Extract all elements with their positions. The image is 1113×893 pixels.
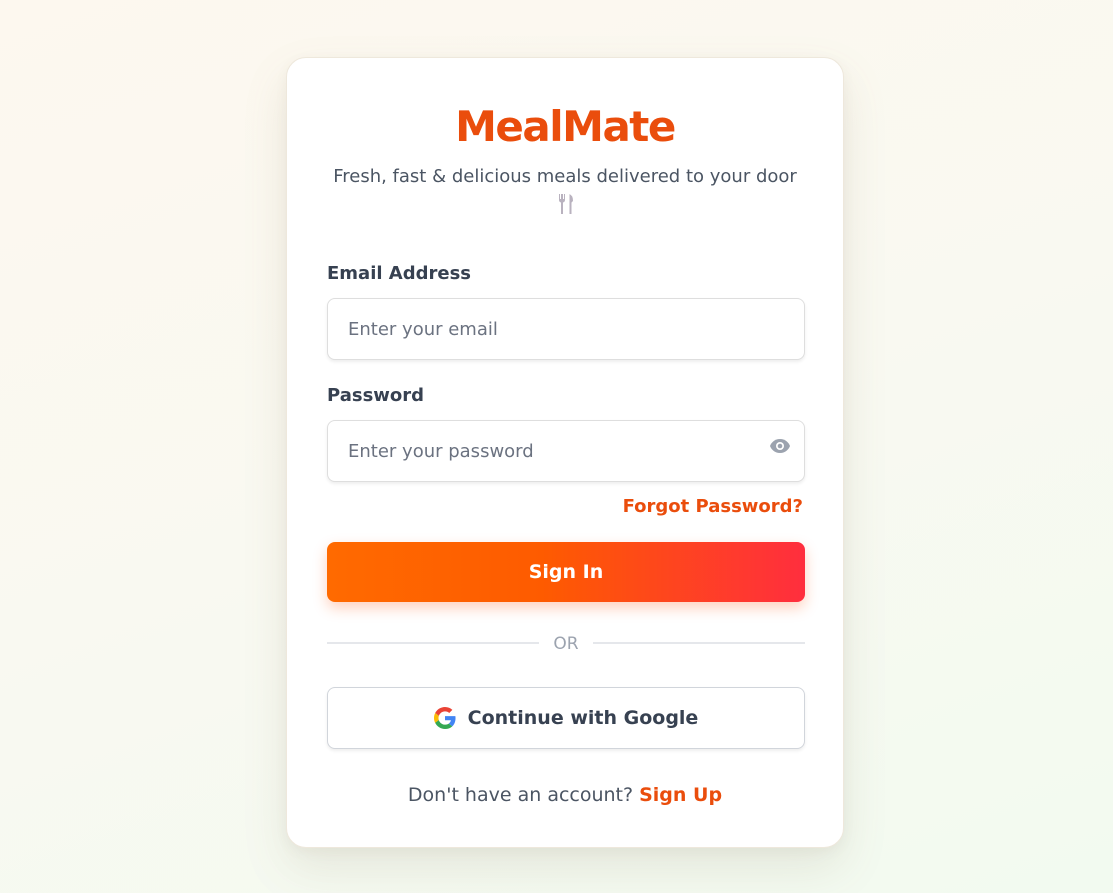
divider-line-right <box>593 642 805 644</box>
signup-prompt-text: Don't have an account? <box>407 784 634 806</box>
email-label: Email Address <box>327 263 472 284</box>
fork-knife-icon <box>559 194 573 214</box>
brand-logo: MealMate <box>455 102 676 151</box>
eye-icon[interactable] <box>769 438 791 454</box>
email-field[interactable] <box>327 298 805 360</box>
password-field[interactable] <box>327 420 805 482</box>
password-label: Password <box>327 385 425 406</box>
google-button-label: Continue with Google <box>467 707 699 729</box>
sign-in-button[interactable]: Sign In <box>327 542 805 602</box>
login-card: MealMate Fresh, fast & delicious meals d… <box>286 57 844 848</box>
divider-or: OR <box>553 634 579 654</box>
signup-prompt: Don't have an account? Sign Up <box>287 783 843 807</box>
tagline: Fresh, fast & delicious meals delivered … <box>333 166 797 187</box>
google-sign-in-button[interactable]: Continue with Google <box>327 687 805 749</box>
divider-line-left <box>327 642 539 644</box>
forgot-password-link[interactable]: Forgot Password? <box>623 495 803 519</box>
google-icon <box>433 707 456 729</box>
sign-up-link[interactable]: Sign Up <box>639 784 722 806</box>
